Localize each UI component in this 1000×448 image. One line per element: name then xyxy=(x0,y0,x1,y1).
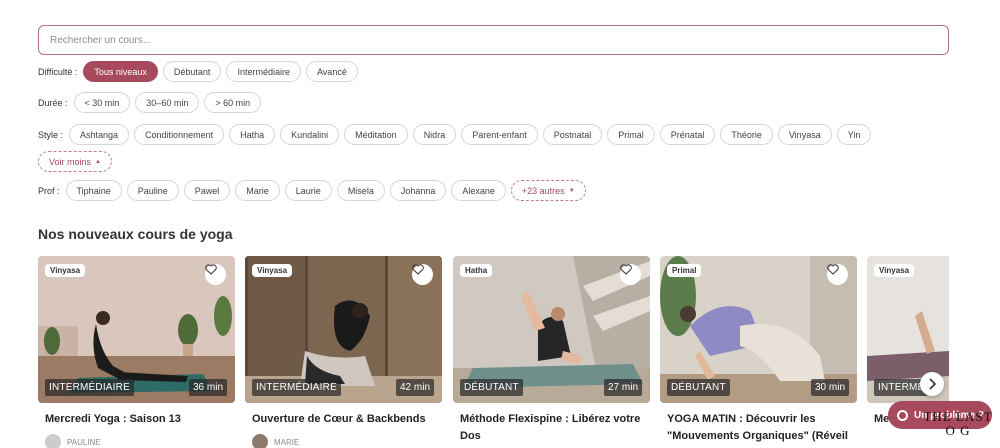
chip-avance[interactable]: Avancé xyxy=(305,61,358,82)
favorite-heart-icon[interactable] xyxy=(620,264,641,285)
chip-postnatal[interactable]: Postnatal xyxy=(542,124,603,145)
caret-up-icon: ▲ xyxy=(95,158,101,165)
teacher-name: PAULINE xyxy=(67,437,101,447)
chip-laurie[interactable]: Laurie xyxy=(284,180,332,201)
chip-johanna[interactable]: Johanna xyxy=(389,180,447,201)
level-badge: DÉBUTANT xyxy=(667,379,730,396)
favorite-heart-icon[interactable] xyxy=(205,264,226,285)
favorite-heart-icon[interactable] xyxy=(827,264,848,285)
chip-hatha[interactable]: Hatha xyxy=(229,124,276,145)
chip-30-60[interactable]: 30–60 min xyxy=(135,92,200,113)
duration-badge: 42 min xyxy=(395,379,434,396)
chip-tous-niveaux[interactable]: Tous niveaux xyxy=(83,61,158,82)
chip-yin[interactable]: Yin xyxy=(836,124,872,145)
chip-alexane[interactable]: Alexane xyxy=(451,180,506,201)
avatar xyxy=(252,434,268,448)
course-title: Ouverture de Cœur & Backbends xyxy=(252,413,426,425)
duration-badge: 30 min xyxy=(810,379,849,396)
level-badge: DÉBUTANT xyxy=(460,379,523,396)
style-badge: Vinyasa xyxy=(45,264,86,277)
style-label: Style : xyxy=(38,129,64,140)
course-title: Méthode Flexispine : Libérez votre Dos xyxy=(460,413,641,442)
difficulty-label: Difficulté : xyxy=(38,66,78,77)
style-badge: Hatha xyxy=(460,264,493,277)
duration-filter: Durée : < 30 min 30–60 min > 60 min xyxy=(38,92,266,113)
style-toggle-row: Voir moins ▲ xyxy=(38,151,117,172)
chip-marie[interactable]: Marie xyxy=(235,180,280,201)
voir-moins-label: Voir moins xyxy=(49,156,92,167)
level-badge: INTERMÉDIAIRE xyxy=(45,379,134,396)
style-badge: Primal xyxy=(667,264,702,277)
course-card[interactable]: Vinyasa INTERMÉDIAIRE 36 min Mercredi Yo… xyxy=(38,256,235,448)
chip-pauline[interactable]: Pauline xyxy=(126,180,179,201)
section-title: Nos nouveaux cours de yoga xyxy=(38,226,233,242)
chip-prenatal[interactable]: Prénatal xyxy=(659,124,716,145)
chip-vinyasa[interactable]: Vinyasa xyxy=(777,124,832,145)
course-thumbnail: Vinyasa INTERMÉDIAIRE 36 min xyxy=(38,256,235,403)
favorite-heart-icon[interactable] xyxy=(412,264,433,285)
style-badge: Vinyasa xyxy=(252,264,293,277)
chip-pawel[interactable]: Pawel xyxy=(183,180,231,201)
chip-kundalini[interactable]: Kundalini xyxy=(280,124,340,145)
course-teacher: MARIE xyxy=(245,434,442,448)
teacher-filter: Prof : Tiphaine Pauline Pawel Marie Laur… xyxy=(38,180,591,201)
voir-moins-button[interactable]: Voir moins ▲ xyxy=(38,151,112,172)
avatar xyxy=(45,434,61,448)
search-placeholder: Rechercher un cours... xyxy=(50,34,152,46)
course-thumbnail: Hatha DÉBUTANT 27 min xyxy=(453,256,650,403)
style-badge: Vinyasa xyxy=(874,264,915,277)
difficulty-filter: Difficulté : Tous niveaux Débutant Inter… xyxy=(38,61,363,82)
brand-logo: THE LAST O G xyxy=(920,410,996,438)
chip-under-30[interactable]: < 30 min xyxy=(73,92,131,113)
brand-line-2: O G xyxy=(945,423,971,438)
course-title: Mercredi Yoga : Saison 13 xyxy=(45,413,181,425)
course-thumbnail: Vinyasa INTERMÉDIAIRE 42 min xyxy=(245,256,442,403)
caret-down-icon: ▼ xyxy=(568,187,575,194)
chip-tiphaine[interactable]: Tiphaine xyxy=(65,180,122,201)
more-teachers-button[interactable]: +23 autres ▼ xyxy=(510,180,586,201)
course-title: YOGA MATIN : Découvrir les "Mouvements O… xyxy=(667,413,848,442)
teacher-name: MARIE xyxy=(274,437,300,447)
search-input[interactable]: Rechercher un cours... xyxy=(38,25,949,55)
course-carousel: Vinyasa INTERMÉDIAIRE 36 min Mercredi Yo… xyxy=(38,256,949,448)
chip-nidra[interactable]: Nidra xyxy=(412,124,457,145)
course-card[interactable]: Vinyasa INTERMÉDIAIRE 42 min Ouverture d… xyxy=(245,256,442,448)
more-teachers-label: +23 autres xyxy=(521,185,565,196)
brand-line-1: THE LAST xyxy=(923,409,993,424)
chip-parent-enfant[interactable]: Parent-enfant xyxy=(461,124,538,145)
chip-meditation[interactable]: Méditation xyxy=(344,124,408,145)
duration-label: Durée : xyxy=(38,97,68,108)
course-card[interactable]: Primal DÉBUTANT 30 min YOGA MATIN : Déco… xyxy=(660,256,857,448)
course-card[interactable]: Hatha DÉBUTANT 27 min Méthode Flexispine… xyxy=(453,256,650,448)
chevron-right-icon xyxy=(929,378,937,390)
chip-ashtanga[interactable]: Ashtanga xyxy=(69,124,130,145)
course-teacher: PAULINE xyxy=(38,434,235,448)
duration-badge: 27 min xyxy=(603,379,642,396)
chip-theorie[interactable]: Théorie xyxy=(720,124,773,145)
chip-over-60[interactable]: > 60 min xyxy=(204,92,262,113)
help-icon xyxy=(897,410,908,421)
chip-primal[interactable]: Primal xyxy=(607,124,655,145)
chip-debutant[interactable]: Débutant xyxy=(162,61,222,82)
chip-intermediaire[interactable]: Intermédiaire xyxy=(226,61,301,82)
level-badge: INTERMÉDIAIRE xyxy=(252,379,341,396)
chip-misela[interactable]: Misela xyxy=(336,180,385,201)
duration-badge: 36 min xyxy=(188,379,227,396)
chip-conditionnement[interactable]: Conditionnement xyxy=(134,124,225,145)
style-filter: Style : Ashtanga Conditionnement Hatha K… xyxy=(38,124,876,145)
carousel-next-button[interactable] xyxy=(920,372,944,396)
course-thumbnail: Primal DÉBUTANT 30 min xyxy=(660,256,857,403)
teacher-label: Prof : xyxy=(38,185,60,196)
